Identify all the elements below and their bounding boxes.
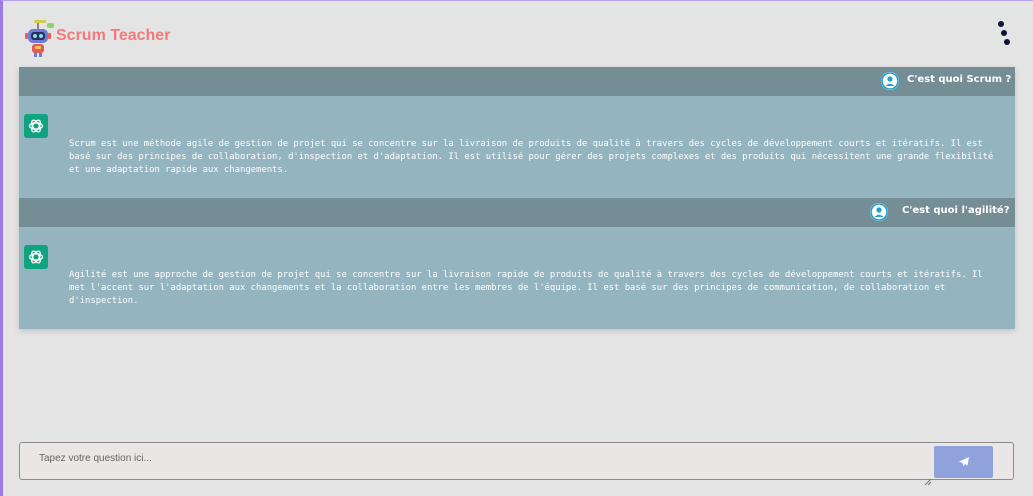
resize-grip-icon[interactable] [924,471,932,486]
question-bar: C'est quoi Scrum ? [19,67,1015,96]
chatgpt-icon [24,114,48,138]
question-bar: C'est quoi l'agilité? [19,198,1015,227]
question-input-container [19,442,1014,486]
chatgpt-icon [24,245,48,269]
vertical-dots-icon[interactable] [997,21,1011,49]
question-text: C'est quoi Scrum ? [907,74,1012,85]
paper-plane-icon [958,457,969,467]
app-header: Scrum Teacher [3,1,1033,67]
question-text: C'est quoi l'agilité? [902,205,1010,216]
app-title: Scrum Teacher [56,27,171,44]
robot-logo-icon [24,19,56,59]
question-input[interactable] [21,444,930,478]
user-icon [870,203,888,221]
answer-text: Scrum est une méthode agile de gestion d… [69,139,994,175]
answer-text: Agilité est une approche de gestion de p… [69,270,983,306]
user-icon [881,72,899,90]
send-button[interactable] [934,446,993,478]
chat-history: C'est quoi Scrum ? Scrum est une méthode… [19,67,1015,329]
